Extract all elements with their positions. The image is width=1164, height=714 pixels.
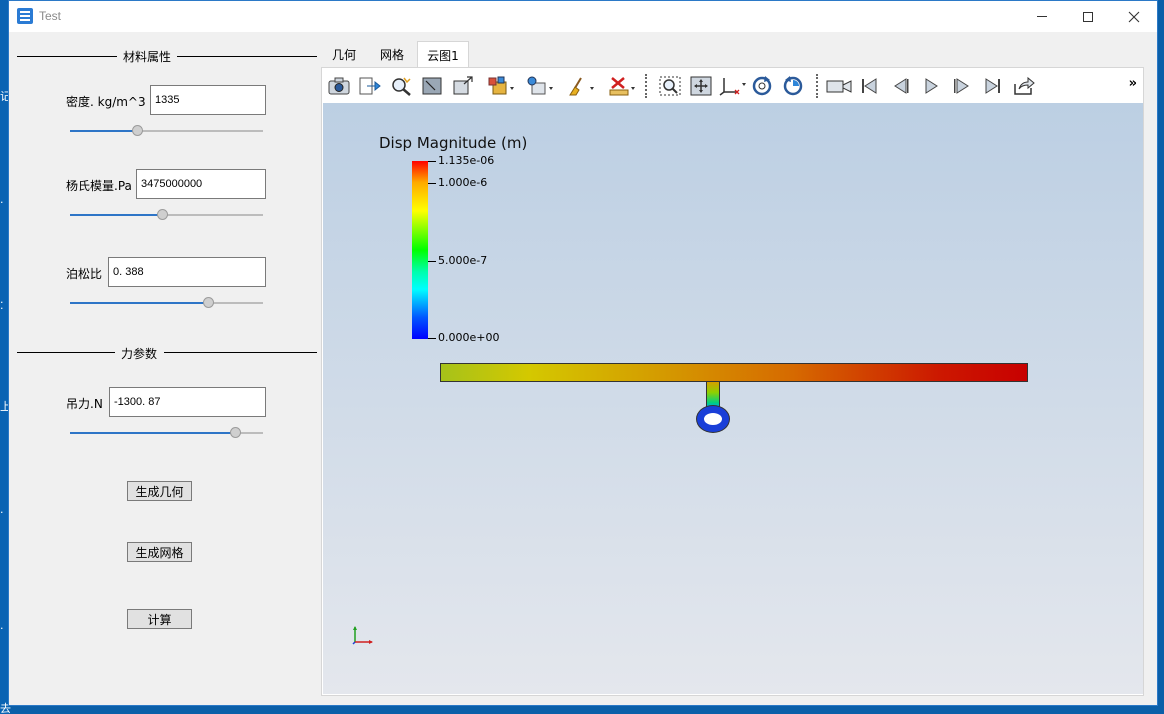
material-group-title: 材料属性 <box>117 48 178 65</box>
poisson-ratio-slider[interactable] <box>70 297 263 309</box>
force-group-title: 力参数 <box>115 345 164 362</box>
slider-fill <box>70 432 236 434</box>
poisson-ratio-label: 泊松比 <box>66 267 103 281</box>
render-viewport[interactable]: Disp Magnitude (m) 1.135e-06 1.000e-6 5.… <box>323 103 1143 694</box>
desktop-fragment: · <box>0 196 4 209</box>
share-icon[interactable] <box>1012 74 1036 98</box>
youngs-modulus-input[interactable] <box>136 169 266 199</box>
slider-handle[interactable] <box>230 427 241 438</box>
density-slider[interactable] <box>70 125 263 137</box>
clear-icon[interactable] <box>566 74 596 98</box>
slider-handle[interactable] <box>203 297 214 308</box>
toolbar-separator <box>816 74 818 98</box>
representation-icon[interactable] <box>486 74 516 98</box>
fit-all-icon[interactable] <box>689 74 713 98</box>
previous-frame-icon[interactable] <box>888 74 912 98</box>
density-input[interactable] <box>150 85 266 115</box>
desktop-fragment: · <box>0 506 4 519</box>
slider-fill <box>70 214 163 216</box>
video-camera-icon[interactable] <box>826 74 852 98</box>
legend-tick <box>428 338 436 339</box>
desktop-fragment: · <box>0 302 4 315</box>
hook-stem-model <box>706 382 720 408</box>
axes-orient-icon[interactable] <box>718 74 748 98</box>
slider-handle[interactable] <box>132 125 143 136</box>
generate-mesh-button[interactable]: 生成网格 <box>127 542 192 562</box>
play-icon[interactable] <box>919 74 943 98</box>
density-label: 密度. kg/m^3 <box>66 95 146 109</box>
parameter-panel: 材料属性 密度. kg/m^3 杨氏模量.Pa 泊松比 力参数 吊力.N <box>9 32 321 705</box>
group-divider <box>17 352 117 353</box>
tab-contour[interactable]: 云图1 <box>417 41 469 68</box>
legend-tick <box>428 161 436 162</box>
youngs-modulus-slider[interactable] <box>70 209 263 221</box>
minimize-icon <box>1037 16 1047 17</box>
slider-handle[interactable] <box>157 209 168 220</box>
next-frame-icon[interactable] <box>950 74 974 98</box>
legend-tick-label: 1.000e-6 <box>438 176 488 189</box>
legend-tick <box>428 261 436 262</box>
compute-button[interactable]: 计算 <box>127 609 192 629</box>
youngs-modulus-label: 杨氏模量.Pa <box>66 179 132 193</box>
zoom-box-icon[interactable] <box>658 74 682 98</box>
zoom-to-data-icon[interactable] <box>389 74 413 98</box>
title-bar[interactable]: Test <box>9 1 1157 32</box>
legend-tick <box>428 183 436 184</box>
minimize-button[interactable] <box>1019 1 1065 32</box>
lift-force-label: 吊力.N <box>66 397 103 411</box>
selection-icon[interactable] <box>525 74 555 98</box>
delete-icon[interactable] <box>607 74 637 98</box>
reset-camera-icon[interactable] <box>451 74 475 98</box>
render-panel: » Disp Magnitude (m) 1.135e-06 1.000e-6 … <box>321 67 1144 696</box>
slider-fill <box>70 302 209 304</box>
export-icon[interactable] <box>358 74 382 98</box>
app-window: Test 材料属性 密度. kg/m^3 杨氏模量.Pa 泊松比 <box>8 0 1158 706</box>
window-title: Test <box>39 9 62 23</box>
generate-geometry-button[interactable]: 生成几何 <box>127 481 192 501</box>
legend-tick-label: 1.135e-06 <box>438 154 495 167</box>
zoom-to-box-icon[interactable] <box>420 74 444 98</box>
maximize-icon <box>1083 11 1093 22</box>
rotate-cw-icon[interactable] <box>750 74 774 98</box>
desktop-fragment: · <box>0 622 4 635</box>
group-divider <box>17 56 117 57</box>
slider-fill <box>70 130 138 132</box>
render-toolbar: » <box>322 68 1143 103</box>
first-frame-icon[interactable] <box>857 74 881 98</box>
legend-tick-label: 5.000e-7 <box>438 254 488 267</box>
camera-icon[interactable] <box>327 74 351 98</box>
legend-title: Disp Magnitude (m) <box>379 134 528 152</box>
toolbar-separator <box>645 74 647 98</box>
rotate-ccw-icon[interactable] <box>781 74 805 98</box>
close-button[interactable] <box>1111 1 1157 32</box>
color-scale-bar <box>412 161 428 339</box>
lift-force-input[interactable] <box>109 387 266 417</box>
app-icon <box>17 8 33 24</box>
poisson-ratio-input[interactable] <box>108 257 266 287</box>
maximize-button[interactable] <box>1065 1 1111 32</box>
lift-force-slider[interactable] <box>70 427 263 439</box>
close-icon <box>1128 11 1140 22</box>
last-frame-icon[interactable] <box>981 74 1005 98</box>
orientation-axes-icon <box>352 626 373 645</box>
legend-tick-label: 0.000e+00 <box>438 331 500 344</box>
toolbar-overflow-button[interactable]: » <box>1129 76 1137 91</box>
tab-mesh[interactable]: 网格 <box>369 41 415 68</box>
group-divider <box>164 352 317 353</box>
group-divider <box>177 56 317 57</box>
hook-ring-model <box>697 406 729 432</box>
tab-geometry[interactable]: 几何 <box>321 41 367 68</box>
beam-model <box>440 363 1028 382</box>
